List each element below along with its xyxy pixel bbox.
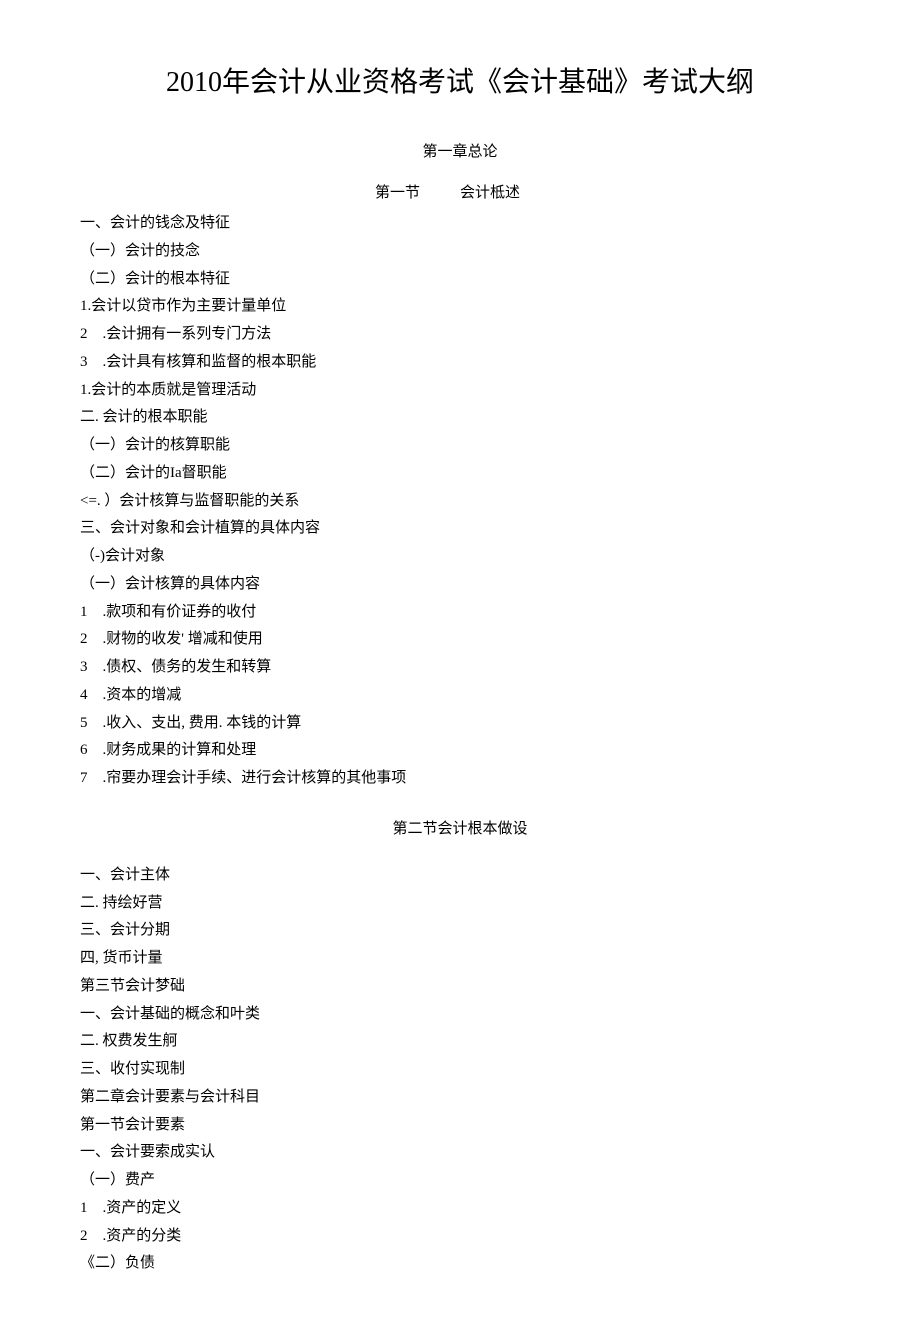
- outline-line: 三、收付实现制: [80, 1056, 840, 1084]
- outline-line: 《二）负债: [80, 1250, 840, 1278]
- outline-line: 第一节会计要素: [80, 1112, 840, 1140]
- outline-line: 2 .资产的分类: [80, 1223, 840, 1251]
- outline-line: 3 .会计具有核算和监督的根本职能: [80, 349, 840, 377]
- outline-line: （一）费产: [80, 1167, 840, 1195]
- section-1-heading: 第一节 会计柢述: [80, 181, 840, 202]
- outline-line: 1.会计以贷市作为主要计量单位: [80, 293, 840, 321]
- outline-line: 一、会计主体: [80, 862, 840, 890]
- outline-line: 6 .财务成果的计算和处理: [80, 737, 840, 765]
- outline-line: （一）会计核算的具体内容: [80, 571, 840, 599]
- section-1-label: 第一节: [80, 181, 460, 202]
- outline-line: <=. ）会计核算与监督职能的关系: [80, 488, 840, 516]
- outline-line: 二. 权费发生舸: [80, 1028, 840, 1056]
- outline-line: （一）会计的技念: [80, 238, 840, 266]
- outline-line: 二. 持绘好营: [80, 890, 840, 918]
- outline-line: 第三节会计梦础: [80, 973, 840, 1001]
- outline-line: 第二章会计要素与会计科目: [80, 1084, 840, 1112]
- outline-line: 1 .资产的定义: [80, 1195, 840, 1223]
- chapter-1-heading: 第一章总论: [80, 140, 840, 161]
- outline-line: 2 .财物的收发' 增减和使用: [80, 626, 840, 654]
- outline-line: 7 .帘要办理会计手续、进行会计核算的其他事项: [80, 765, 840, 793]
- outline-line: 一、会计要索成实认: [80, 1139, 840, 1167]
- outline-line: （二）会计的Ia督职能: [80, 460, 840, 488]
- outline-line: （一）会计的核算职能: [80, 432, 840, 460]
- outline-line: 三、会计分期: [80, 917, 840, 945]
- outline-line: 四, 货币计量: [80, 945, 840, 973]
- document-title: 2010年会计从业资格考试《会计基础》考试大纲: [80, 60, 840, 100]
- section-1-name: 会计柢述: [460, 181, 520, 202]
- outline-line: 1 .款项和有价证券的收付: [80, 599, 840, 627]
- outline-line: 一、会计基础的概念和叶类: [80, 1001, 840, 1029]
- outline-line: 1.会计的本质就是管理活动: [80, 377, 840, 405]
- outline-line: 2 .会计拥有一系列专门方法: [80, 321, 840, 349]
- outline-line: 4 .资本的增减: [80, 682, 840, 710]
- section-2-heading: 第二节会计根本做设: [80, 817, 840, 838]
- outline-line: 三、会计对象和会计植算的具体内容: [80, 515, 840, 543]
- outline-line: 5 .收入、支出, 费用. 本钱的计算: [80, 710, 840, 738]
- outline-line: 一、会计的钱念及特征: [80, 210, 840, 238]
- outline-line: 3 .债权、债务的发生和转算: [80, 654, 840, 682]
- outline-line: （二）会计的根本特征: [80, 266, 840, 294]
- outline-line: 二. 会计的根本职能: [80, 404, 840, 432]
- outline-line: （-)会计对象: [80, 543, 840, 571]
